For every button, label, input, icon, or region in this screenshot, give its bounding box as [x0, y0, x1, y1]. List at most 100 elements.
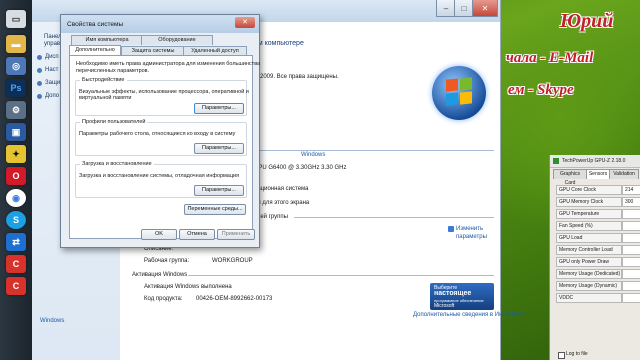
sensor-value — [622, 281, 640, 291]
sensor-label: Memory Usage (Dedicated) — [556, 269, 622, 279]
sensor-value — [622, 269, 640, 279]
change-settings-link[interactable]: Изменить параметры — [456, 225, 496, 241]
badge-line-2: настоящее — [434, 290, 472, 297]
performance-settings-button[interactable]: Параметры... — [194, 103, 244, 114]
cancel-button[interactable]: Отмена — [179, 229, 215, 240]
shield-icon — [37, 81, 42, 86]
sensor-label: Memory Usage (Dynamic) — [556, 281, 622, 291]
badge-line-4: Microsoft — [434, 303, 455, 309]
teamviewer-icon[interactable]: ⇄ — [6, 233, 26, 251]
activation-status: Активация Windows выполнена — [144, 284, 232, 290]
control-panel-link-2[interactable]: управ — [44, 41, 60, 47]
sensor-label: GPU only Power Draw — [556, 257, 622, 267]
startup-recovery-settings-button[interactable]: Параметры... — [194, 185, 244, 196]
startup-recovery-group: Загрузка и восстановление Загрузка и вос… — [75, 161, 247, 198]
close-button[interactable]: ✕ — [472, 0, 498, 17]
overlay-skype-line: ем - Skype — [508, 82, 574, 98]
gpuz-app-icon — [553, 158, 559, 164]
ccleaner2-icon[interactable]: C — [6, 277, 26, 295]
chrome-icon[interactable]: ◉ — [6, 189, 26, 207]
performance-group: Быстродействие Визуальные эффекты, испол… — [75, 77, 249, 116]
log-to-file-checkbox[interactable] — [558, 352, 565, 359]
product-key-value: 00426-OEM-8992662-00173 — [196, 296, 273, 302]
sensor-value — [622, 257, 640, 267]
user-profiles-text: Параметры рабочего стола, относящиеся ко… — [79, 131, 236, 137]
sensor-value: 300 — [622, 197, 640, 207]
sensor-label: GPU Load — [556, 233, 622, 243]
sensor-value — [622, 209, 640, 219]
sensor-label: Fan Speed (%) — [556, 221, 622, 231]
shield-icon — [448, 226, 454, 232]
gpuz-tab-validation[interactable]: Validation — [609, 169, 639, 179]
virtualbox-icon[interactable]: ▣ — [6, 123, 26, 141]
taskbar: ▭ ▬ ◎ Ps ⚙ ▣ ✦ O ◉ S ⇄ C C — [0, 0, 33, 360]
sensor-label: GPU Core Clock — [556, 185, 622, 195]
remote-settings-link[interactable]: Наст — [45, 67, 58, 73]
sensor-value — [622, 233, 640, 243]
dialog-title: Свойства системы — [67, 21, 124, 28]
copyright-text: 2009. Все права защищены. — [260, 74, 339, 80]
ok-button[interactable]: OK — [141, 229, 177, 240]
tab-computer-name[interactable]: Имя компьютера — [71, 35, 143, 45]
sensor-value: 214 — [622, 185, 640, 195]
activation-heading: Активация Windows — [132, 272, 188, 278]
sensor-label: GPU Memory Clock — [556, 197, 622, 207]
workgroup-divider — [294, 217, 494, 218]
photoshop-icon[interactable]: Ps — [6, 79, 26, 97]
admin-note-line-1: Необходимо иметь права администратора дл… — [76, 61, 261, 67]
gpuz-titlebar: TechPowerUp GPU-Z 2.18.0 — [550, 155, 640, 168]
minimize-button[interactable]: – — [436, 0, 456, 17]
overlay-email-line: чала - E-Mail — [506, 50, 594, 66]
sensor-value — [622, 221, 640, 231]
os-type-value: рационная система — [254, 186, 309, 192]
admin-note-line-2: перечисленных параметров. — [76, 68, 150, 74]
more-info-link[interactable]: Дополнительные сведения в Интернете — [413, 312, 524, 318]
startup-recovery-title: Загрузка и восстановление — [80, 161, 154, 167]
shield-icon — [37, 55, 42, 60]
batman-icon[interactable]: ✦ — [6, 145, 26, 163]
startup-recovery-text: Загрузка и восстановление системы, отлад… — [79, 173, 240, 179]
user-profiles-title: Профили пользователей — [80, 119, 148, 125]
advanced-tab-panel: Необходимо иметь права администратора дл… — [69, 55, 260, 239]
computer-icon[interactable]: ▭ — [6, 10, 26, 28]
network-icon[interactable]: ◎ — [6, 57, 26, 75]
product-key-label: Код продукта: — [144, 296, 183, 302]
genuine-microsoft-badge[interactable]: Выберите настоящее программное обеспечен… — [430, 283, 494, 310]
sensor-label: VDDC — [556, 293, 622, 303]
system-properties-dialog: Свойства системы ✕ Имя компьютера Оборуд… — [60, 14, 260, 248]
advanced-settings-link[interactable]: Допо — [45, 93, 59, 99]
workgroup-value: WORKGROUP — [212, 258, 253, 264]
rating-link[interactable]: Windows — [301, 152, 325, 158]
see-also-link[interactable]: Windows — [40, 318, 64, 324]
log-to-file-label: Log to file — [566, 351, 588, 357]
activation-divider — [188, 275, 494, 276]
sensor-value — [622, 293, 640, 303]
cpu-value: CPU G6400 @ 3.30GHz 3.30 GHz — [254, 165, 347, 171]
page-heading: ем компьютере — [254, 40, 304, 47]
pen-value: ен для этого экрана — [254, 200, 310, 206]
gpuz-window: TechPowerUp GPU-Z 2.18.0 Graphics Card S… — [549, 155, 640, 360]
opera-icon[interactable]: O — [6, 167, 26, 185]
gpuz-tab-graphics-card[interactable]: Graphics Card — [553, 169, 587, 186]
gpuz-title: TechPowerUp GPU-Z 2.18.0 — [562, 158, 626, 164]
apply-button[interactable]: Применить — [217, 229, 255, 240]
ccleaner-icon[interactable]: C — [6, 255, 26, 273]
overlay-name: Юрий — [560, 10, 614, 32]
sensor-label: GPU Temperature — [556, 209, 622, 219]
gpuz-tab-sensors[interactable]: Sensors — [586, 169, 610, 179]
folder-icon[interactable]: ▬ — [6, 35, 26, 53]
tab-hardware[interactable]: Оборудование — [141, 35, 213, 45]
shield-icon — [37, 68, 42, 73]
skype-icon[interactable]: S — [6, 211, 26, 229]
device-manager-link[interactable]: Дисп — [45, 54, 59, 60]
control-panel-link[interactable]: Панел — [44, 34, 62, 40]
system-protection-link[interactable]: Защи — [45, 80, 60, 86]
dialog-close-button[interactable]: ✕ — [235, 17, 255, 28]
shield-icon — [37, 94, 42, 99]
sensor-label: Memory Controller Load — [556, 245, 622, 255]
maximize-button[interactable]: □ — [454, 0, 474, 17]
dialog-titlebar: Свойства системы ✕ — [61, 15, 259, 33]
settings-icon[interactable]: ⚙ — [6, 101, 26, 119]
environment-variables-button[interactable]: Переменные среды... — [184, 204, 246, 215]
user-profiles-settings-button[interactable]: Параметры... — [194, 143, 244, 154]
